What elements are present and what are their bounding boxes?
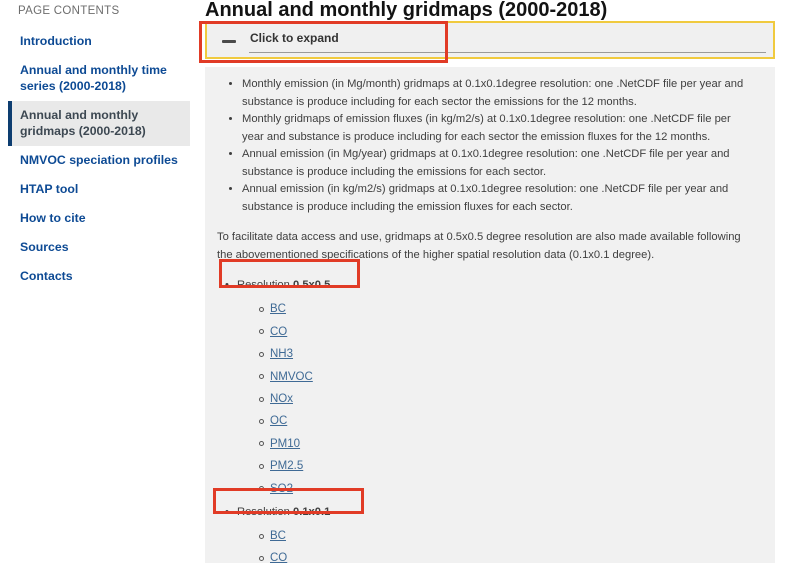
resolution-05-value: 0.5x0.5 bbox=[293, 279, 330, 291]
resolution-sections: Resolution 0.5x0.5 BC CO NH3 NMVOC NOx O… bbox=[217, 276, 747, 570]
resolution-section-01: Resolution 0.1x0.1 BC CO bbox=[217, 503, 747, 570]
circle-bullet-icon bbox=[259, 419, 264, 424]
bullet-annual-fluxes: Annual emission (in kg/m2/s) gridmaps at… bbox=[242, 181, 747, 216]
sidebar-item-gridmaps-active[interactable]: Annual and monthly gridmaps (2000-2018) bbox=[8, 101, 190, 146]
circle-bullet-icon bbox=[259, 556, 264, 561]
list-item: BC bbox=[217, 526, 747, 548]
link-nmvoc-05[interactable]: NMVOC bbox=[270, 369, 313, 387]
link-co-05[interactable]: CO bbox=[270, 324, 287, 342]
link-co-01[interactable]: CO bbox=[270, 550, 287, 568]
expanded-content-panel: Monthly emission (in Mg/month) gridmaps … bbox=[205, 67, 775, 563]
list-item: OC bbox=[217, 411, 747, 433]
list-item: CO bbox=[217, 548, 747, 570]
sidebar-nav: Introduction Annual and monthly time ser… bbox=[8, 27, 198, 291]
list-item: NH3 bbox=[217, 344, 747, 366]
bullet-monthly-fluxes: Monthly gridmaps of emission fluxes (in … bbox=[242, 111, 747, 146]
list-item: PM2.5 bbox=[217, 456, 747, 478]
resolution-section-05: Resolution 0.5x0.5 BC CO NH3 NMVOC NOx O… bbox=[217, 276, 747, 501]
link-nh3-05[interactable]: NH3 bbox=[270, 346, 293, 364]
sidebar-item-nmvoc-speciation[interactable]: NMVOC speciation profiles bbox=[8, 146, 190, 175]
link-pm10-05[interactable]: PM10 bbox=[270, 436, 300, 454]
circle-bullet-icon bbox=[259, 329, 264, 334]
link-bc-01[interactable]: BC bbox=[270, 528, 286, 546]
sidebar-item-htap-tool[interactable]: HTAP tool bbox=[8, 175, 190, 204]
sidebar-item-contacts[interactable]: Contacts bbox=[8, 262, 190, 291]
circle-bullet-icon bbox=[259, 352, 264, 357]
circle-bullet-icon bbox=[259, 307, 264, 312]
page-title: Annual and monthly gridmaps (2000-2018) bbox=[205, 0, 795, 22]
page-contents-sidebar: PAGE CONTENTS Introduction Annual and mo… bbox=[0, 0, 198, 291]
collapse-minus-icon bbox=[222, 40, 236, 43]
list-item: SO2 bbox=[217, 478, 747, 500]
list-item: CO bbox=[217, 321, 747, 343]
circle-bullet-icon bbox=[259, 486, 264, 491]
link-nox-05[interactable]: NOx bbox=[270, 391, 293, 409]
list-item: PM10 bbox=[217, 433, 747, 455]
link-so2-05[interactable]: SO2 bbox=[270, 481, 293, 499]
expander-divider bbox=[249, 52, 766, 53]
circle-bullet-icon bbox=[259, 441, 264, 446]
circle-bullet-icon bbox=[259, 464, 264, 469]
list-item: NOx bbox=[217, 389, 747, 411]
circle-bullet-icon bbox=[259, 534, 264, 539]
circle-bullet-icon bbox=[259, 397, 264, 402]
resolution-01-links: BC CO bbox=[217, 526, 747, 570]
facilitate-paragraph: To facilitate data access and use, gridm… bbox=[217, 229, 747, 264]
resolution-01-value: 0.1x0.1 bbox=[293, 506, 330, 518]
expander-header[interactable]: Click to expand bbox=[205, 21, 775, 59]
list-item: BC bbox=[217, 299, 747, 321]
resolution-05-links: BC CO NH3 NMVOC NOx OC PM10 PM2.5 SO2 bbox=[217, 299, 747, 501]
expander-label: Click to expand bbox=[250, 31, 339, 45]
link-oc-05[interactable]: OC bbox=[270, 413, 287, 431]
sidebar-heading: PAGE CONTENTS bbox=[18, 5, 198, 17]
link-pm25-05[interactable]: PM2.5 bbox=[270, 458, 303, 476]
gridmap-description-list: Monthly emission (in Mg/month) gridmaps … bbox=[217, 76, 747, 216]
sidebar-item-sources[interactable]: Sources bbox=[8, 233, 190, 262]
sidebar-item-introduction[interactable]: Introduction bbox=[8, 27, 190, 56]
resolution-01-label: Resolution 0.1x0.1 bbox=[217, 503, 747, 521]
list-item: NMVOC bbox=[217, 366, 747, 388]
bullet-annual-emission: Annual emission (in Mg/year) gridmaps at… bbox=[242, 146, 747, 181]
resolution-05-label: Resolution 0.5x0.5 bbox=[217, 276, 747, 294]
circle-bullet-icon bbox=[259, 374, 264, 379]
sidebar-item-time-series[interactable]: Annual and monthly time series (2000-201… bbox=[8, 56, 190, 101]
sidebar-item-how-to-cite[interactable]: How to cite bbox=[8, 204, 190, 233]
bullet-monthly-emission: Monthly emission (in Mg/month) gridmaps … bbox=[242, 76, 747, 111]
link-bc-05[interactable]: BC bbox=[270, 301, 286, 319]
